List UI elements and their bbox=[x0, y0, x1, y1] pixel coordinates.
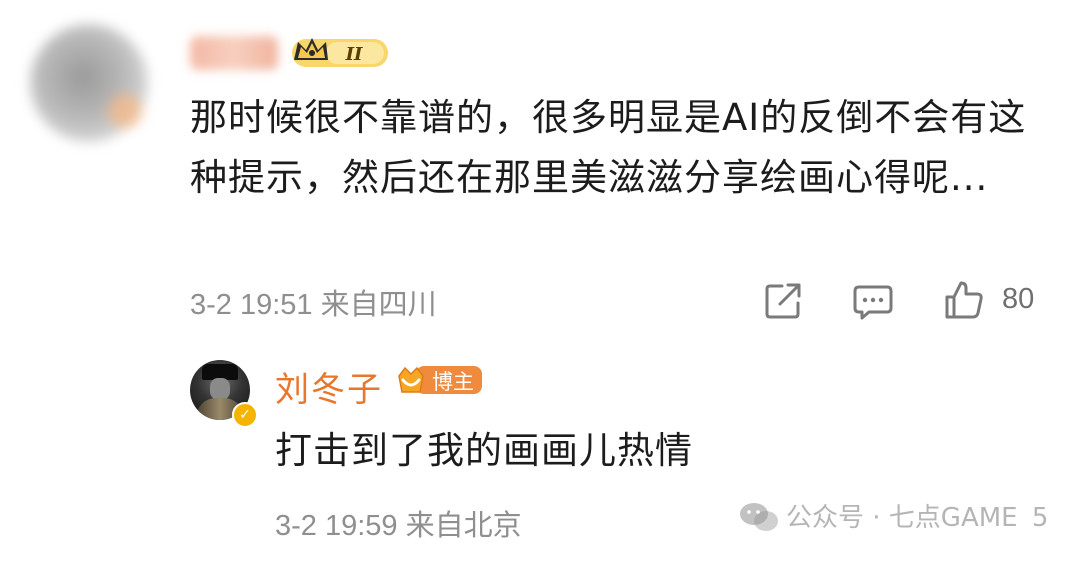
reply-text: 打击到了我的画画儿热情 bbox=[275, 429, 693, 472]
watermark: 公众号 · 七点GAME 5 bbox=[738, 497, 1048, 534]
blogger-badge-label: 博主 bbox=[432, 370, 474, 394]
watermark-text: 公众号 · 七点GAME bbox=[786, 503, 1018, 533]
comment-text: 那时候很不靠谱的，很多明显是AI的反倒不会有这种提示，然后还在那里美滋滋分享绘画… bbox=[190, 96, 1027, 199]
like-count: 80 bbox=[1002, 283, 1035, 315]
comment-meta: 3-2 19:51 来自四川 bbox=[190, 289, 437, 321]
commenter-username-blurred[interactable] bbox=[190, 36, 278, 70]
share-icon[interactable] bbox=[764, 282, 804, 320]
reply-username[interactable]: 刘冬子 bbox=[275, 362, 383, 411]
verified-check-icon: ✓ bbox=[232, 402, 258, 428]
like-icon[interactable] bbox=[944, 280, 984, 320]
commenter-avatar[interactable] bbox=[30, 24, 148, 142]
level-crown-badge-icon: II bbox=[292, 38, 388, 67]
comment-icon[interactable] bbox=[853, 284, 893, 320]
avatar-face bbox=[210, 378, 230, 400]
watermark-trailing: 5 bbox=[1031, 503, 1049, 533]
level-badge-text: II bbox=[345, 44, 363, 65]
reply-meta: 3-2 19:59 来自北京 bbox=[275, 510, 522, 542]
